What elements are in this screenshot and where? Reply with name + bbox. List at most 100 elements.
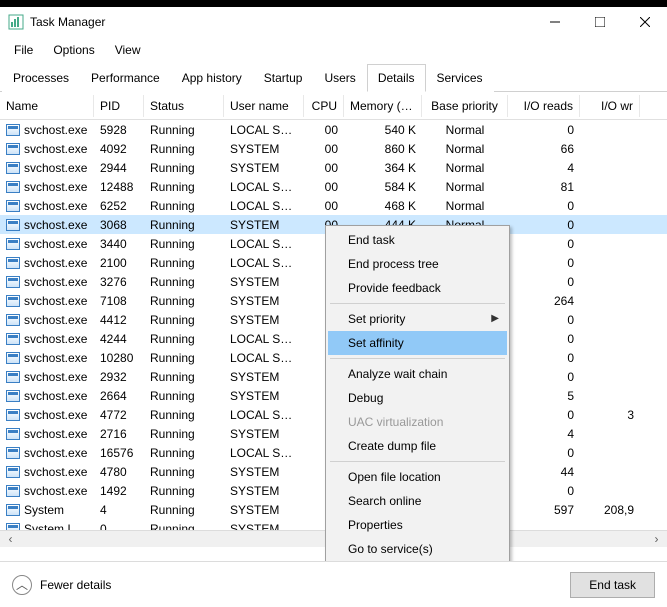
table-row[interactable]: svchost.exe6252RunningLOCAL SE...00468 K… xyxy=(0,196,667,215)
maximize-button[interactable] xyxy=(577,7,622,37)
menu-options[interactable]: Options xyxy=(45,39,102,61)
menu-item-open-file-location[interactable]: Open file location xyxy=(328,465,507,489)
cell-iowr: 3 xyxy=(580,407,640,423)
column-header[interactable]: PID xyxy=(94,95,144,117)
cell-ioreads: 0 xyxy=(508,236,580,252)
cell-iowr xyxy=(580,167,640,169)
cell-name: svchost.exe xyxy=(0,369,94,385)
table-row[interactable]: svchost.exe2944RunningSYSTEM00364 KNorma… xyxy=(0,158,667,177)
context-menu: End taskEnd process treeProvide feedback… xyxy=(325,225,510,564)
end-task-button[interactable]: End task xyxy=(570,572,655,598)
cell-iowr xyxy=(580,205,640,207)
table-row[interactable]: svchost.exe5928RunningLOCAL SE...00540 K… xyxy=(0,120,667,139)
process-icon xyxy=(6,485,20,497)
menu-item-properties[interactable]: Properties xyxy=(328,513,507,537)
process-icon xyxy=(6,124,20,136)
external-top-bar xyxy=(0,0,667,7)
process-icon xyxy=(6,181,20,193)
cell-user: LOCAL SE... xyxy=(224,236,304,252)
process-icon xyxy=(6,257,20,269)
menu-item-end-task[interactable]: End task xyxy=(328,228,507,252)
cell-mem: 364 K xyxy=(344,160,422,176)
cell-iowr xyxy=(580,452,640,454)
cell-user: SYSTEM xyxy=(224,426,304,442)
cell-ioreads: 0 xyxy=(508,274,580,290)
table-row[interactable]: svchost.exe4092RunningSYSTEM00860 KNorma… xyxy=(0,139,667,158)
tab-users[interactable]: Users xyxy=(313,64,366,92)
cell-iowr xyxy=(580,376,640,378)
cell-name: svchost.exe xyxy=(0,445,94,461)
cell-status: Running xyxy=(144,388,224,404)
column-header[interactable]: I/O wr xyxy=(580,95,640,117)
tab-app-history[interactable]: App history xyxy=(171,64,253,92)
cell-prio: Normal xyxy=(422,160,508,176)
column-header[interactable]: User name xyxy=(224,95,304,117)
menu-item-debug[interactable]: Debug xyxy=(328,386,507,410)
column-header[interactable]: Status xyxy=(144,95,224,117)
submenu-arrow-icon: ▶ xyxy=(491,313,499,324)
cell-cpu: 00 xyxy=(304,198,344,214)
scroll-right-icon[interactable]: › xyxy=(648,532,665,547)
menu-item-set-affinity[interactable]: Set affinity xyxy=(328,331,507,355)
menu-item-go-to-service-s-[interactable]: Go to service(s) xyxy=(328,537,507,561)
cell-user: LOCAL SE... xyxy=(224,179,304,195)
menu-item-create-dump-file[interactable]: Create dump file xyxy=(328,434,507,458)
cell-pid: 12488 xyxy=(94,179,144,195)
cell-status: Running xyxy=(144,274,224,290)
cell-ioreads: 264 xyxy=(508,293,580,309)
tab-startup[interactable]: Startup xyxy=(253,64,314,92)
cell-ioreads: 0 xyxy=(508,350,580,366)
cell-name: svchost.exe xyxy=(0,350,94,366)
column-header[interactable]: I/O reads xyxy=(508,95,580,117)
cell-ioreads: 0 xyxy=(508,255,580,271)
column-header[interactable]: Memory (a... xyxy=(344,95,422,117)
process-icon xyxy=(6,409,20,421)
cell-pid: 2664 xyxy=(94,388,144,404)
cell-ioreads: 0 xyxy=(508,407,580,423)
process-icon xyxy=(6,143,20,155)
cell-user: LOCAL SE... xyxy=(224,407,304,423)
menu-item-search-online[interactable]: Search online xyxy=(328,489,507,513)
cell-status: Running xyxy=(144,122,224,138)
process-icon xyxy=(6,333,20,345)
cell-name: svchost.exe xyxy=(0,483,94,499)
title-bar[interactable]: Task Manager xyxy=(0,7,667,37)
cell-iowr xyxy=(580,224,640,226)
cell-name: svchost.exe xyxy=(0,274,94,290)
column-headers: NamePIDStatusUser nameCPUMemory (a...Bas… xyxy=(0,92,667,120)
cell-iowr xyxy=(580,357,640,359)
menu-file[interactable]: File xyxy=(6,39,41,61)
column-header[interactable]: CPU xyxy=(304,95,344,117)
column-header[interactable]: Name xyxy=(0,95,94,117)
cell-pid: 3276 xyxy=(94,274,144,290)
tab-details[interactable]: Details xyxy=(367,64,426,92)
cell-iowr xyxy=(580,319,640,321)
menu-item-end-process-tree[interactable]: End process tree xyxy=(328,252,507,276)
column-header[interactable]: Base priority xyxy=(422,95,508,117)
close-button[interactable] xyxy=(622,7,667,37)
process-icon xyxy=(6,371,20,383)
cell-pid: 16576 xyxy=(94,445,144,461)
tab-services[interactable]: Services xyxy=(426,64,494,92)
cell-status: Running xyxy=(144,502,224,518)
cell-name: svchost.exe xyxy=(0,293,94,309)
menu-item-provide-feedback[interactable]: Provide feedback xyxy=(328,276,507,300)
menu-view[interactable]: View xyxy=(107,39,149,61)
tab-processes[interactable]: Processes xyxy=(2,64,80,92)
fewer-details-button[interactable]: ︿ Fewer details xyxy=(12,575,111,595)
cell-cpu: 00 xyxy=(304,122,344,138)
footer-bar: ︿ Fewer details End task xyxy=(0,561,667,607)
minimize-button[interactable] xyxy=(532,7,577,37)
cell-status: Running xyxy=(144,331,224,347)
cell-ioreads: 0 xyxy=(508,217,580,233)
cell-status: Running xyxy=(144,407,224,423)
process-icon xyxy=(6,314,20,326)
menu-item-set-priority[interactable]: Set priority▶ xyxy=(328,307,507,331)
scroll-left-icon[interactable]: ‹ xyxy=(2,532,19,547)
cell-user: LOCAL SE... xyxy=(224,255,304,271)
cell-pid: 4412 xyxy=(94,312,144,328)
tab-performance[interactable]: Performance xyxy=(80,64,171,92)
process-icon xyxy=(6,352,20,364)
menu-item-analyze-wait-chain[interactable]: Analyze wait chain xyxy=(328,362,507,386)
table-row[interactable]: svchost.exe12488RunningLOCAL SE...00584 … xyxy=(0,177,667,196)
